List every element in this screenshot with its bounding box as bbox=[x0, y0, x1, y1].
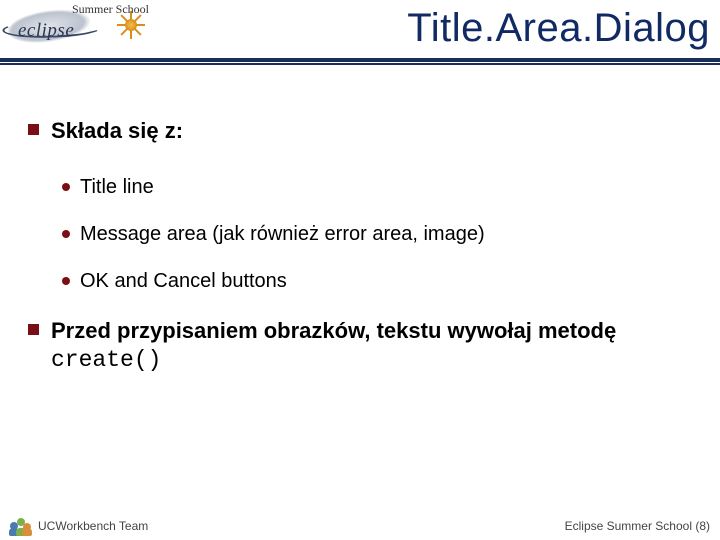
bullet-text: Przed przypisaniem obrazków, tekstu wywo… bbox=[51, 317, 692, 376]
bullet-text: Title line bbox=[80, 176, 154, 199]
logo-text: eclipse bbox=[18, 20, 74, 42]
bullet-level2: Message area (jak również error area, im… bbox=[62, 223, 692, 246]
footer-team: UCWorkbench Team bbox=[38, 519, 148, 533]
dot-bullet-icon bbox=[62, 183, 70, 191]
dot-bullet-icon bbox=[62, 230, 70, 238]
slide-body: Składa się z: Title line Message area (j… bbox=[0, 62, 720, 376]
slide-footer: UCWorkbench Team Eclipse Summer School (… bbox=[0, 512, 720, 540]
footer-page: Eclipse Summer School (8) bbox=[565, 519, 710, 533]
bullet-level1: Składa się z: bbox=[28, 117, 692, 146]
slide-title: Title.Area.Dialog bbox=[407, 6, 710, 51]
bullet-level2: Title line bbox=[62, 176, 692, 199]
square-bullet-icon bbox=[28, 324, 39, 335]
dot-bullet-icon bbox=[62, 277, 70, 285]
footer-left: UCWorkbench Team bbox=[10, 516, 148, 536]
bullet-text: OK and Cancel buttons bbox=[80, 270, 287, 293]
bullet-text: Message area (jak również error area, im… bbox=[80, 223, 485, 246]
square-bullet-icon bbox=[28, 124, 39, 135]
bullet-level2: OK and Cancel buttons bbox=[62, 270, 692, 293]
bullet-level1: Przed przypisaniem obrazków, tekstu wywo… bbox=[28, 317, 692, 376]
bullet-text-part: Przed przypisaniem obrazków, tekstu wywo… bbox=[51, 318, 616, 343]
bullet-text: Składa się z: bbox=[51, 117, 183, 146]
summer-school-label: Summer School bbox=[72, 2, 149, 17]
people-icon bbox=[10, 516, 32, 536]
code-text: create() bbox=[51, 347, 161, 373]
slide-header: eclipse Summer School Title.Area.Dialog bbox=[0, 0, 720, 62]
